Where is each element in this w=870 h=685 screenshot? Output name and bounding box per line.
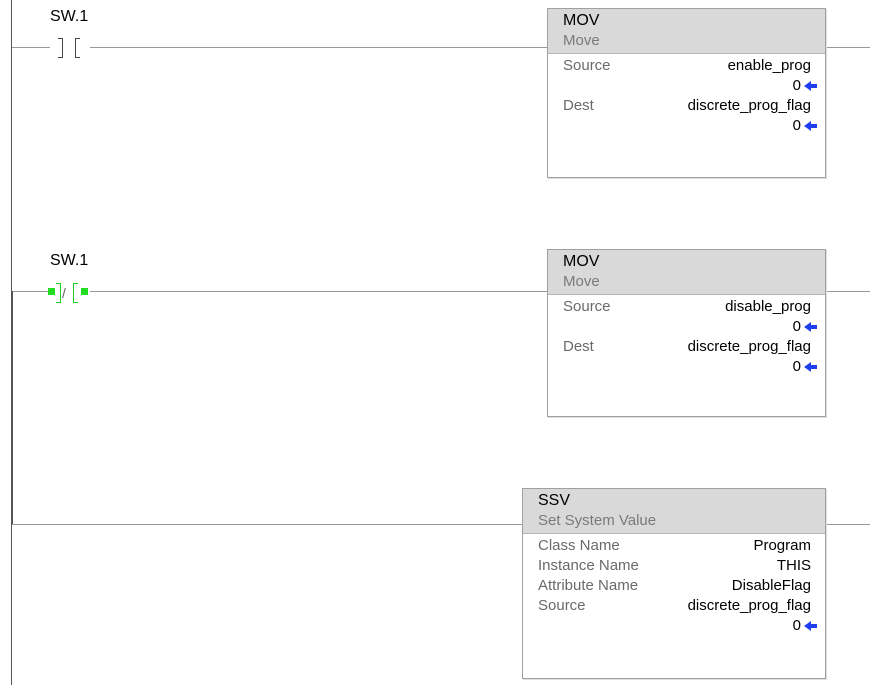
instruction-description: Move [563,32,600,49]
param-value: 0 [792,617,801,634]
param-label: Source [538,597,586,614]
rung-1-branch-left-vertical [12,291,13,524]
block-body: Class Name Program Instance Name THIS At… [523,534,825,640]
param-tag[interactable]: disable_prog [725,297,811,317]
block-header: SSV Set System Value [523,489,825,534]
param-tag[interactable]: THIS [777,556,811,576]
param-tag[interactable]: Program [753,536,811,556]
contact-right-bracket [73,283,78,303]
param-value-row: 0 [563,76,817,96]
block-header: MOV Move [548,250,825,295]
param-tag[interactable]: discrete_prog_flag [688,596,811,616]
block-header: MOV Move [548,9,825,54]
param-label: Dest [563,97,594,114]
param-row: Instance Name THIS [538,556,811,576]
rung-0-mov-block[interactable]: MOV Move Source enable_prog 0 Dest discr… [547,8,826,178]
contact-right-bracket [75,38,80,58]
contact-slash: / [62,285,66,301]
param-value-row: 0 [538,616,817,636]
value-arrow-icon [804,362,817,373]
param-row: Class Name Program [538,536,811,556]
param-row: Attribute Name DisableFlag [538,576,811,596]
rung-1-wire-right [826,291,870,292]
instruction-mnemonic: MOV [563,12,600,29]
param-label: Attribute Name [538,577,639,594]
rung-1-branch-wire-left [12,524,522,525]
rung-0-wire-left [12,47,50,48]
param-row: Source enable_prog [563,56,811,76]
instruction-mnemonic: MOV [563,253,600,270]
param-value-row: 0 [563,116,817,136]
param-tag[interactable]: discrete_prog_flag [688,337,811,357]
param-label: Class Name [538,537,620,554]
block-body: Source enable_prog 0 Dest discrete_prog_… [548,54,825,140]
instruction-mnemonic: SSV [538,492,571,509]
instruction-description: Set System Value [538,512,657,529]
param-tag[interactable]: enable_prog [728,56,811,76]
rung-1-xio-contact[interactable]: / [48,283,88,305]
rung-1-mov-block[interactable]: MOV Move Source disable_prog 0 Dest disc… [547,249,826,417]
param-value-row: 0 [563,357,817,377]
instruction-description: Move [563,273,600,290]
param-value: 0 [792,117,801,134]
rung-1-branch-wire-right [826,524,870,525]
param-row: Dest discrete_prog_flag [563,337,811,357]
param-label: Instance Name [538,557,639,574]
value-arrow-icon [804,121,817,132]
rung-0-xic-contact[interactable] [50,38,90,60]
value-arrow-icon [804,621,817,632]
contact-left-bracket [58,38,63,58]
rung-0-wire-mid [90,47,547,48]
param-row: Source discrete_prog_flag [538,596,811,616]
param-value: 0 [792,77,801,94]
param-value: 0 [792,358,801,375]
param-tag[interactable]: discrete_prog_flag [688,96,811,116]
rung-0-contact-tag[interactable]: SW.1 [50,8,88,26]
energized-indicator-right [81,288,88,295]
rung-1-ssv-block[interactable]: SSV Set System Value Class Name Program … [522,488,826,679]
block-body: Source disable_prog 0 Dest discrete_prog… [548,295,825,381]
rung-1-contact-tag[interactable]: SW.1 [50,252,88,270]
param-row: Source disable_prog [563,297,811,317]
value-arrow-icon [804,81,817,92]
energized-indicator-left [48,288,55,295]
rung-1-wire-left [12,291,50,292]
value-arrow-icon [804,322,817,333]
param-label: Dest [563,338,594,355]
param-tag[interactable]: DisableFlag [732,576,811,596]
rung-1-wire-mid [90,291,547,292]
param-value: 0 [792,318,801,335]
param-row: Dest discrete_prog_flag [563,96,811,116]
contact-left-bracket [56,283,61,303]
rung-0-wire-right [826,47,870,48]
param-label: Source [563,57,611,74]
param-label: Source [563,298,611,315]
param-value-row: 0 [563,317,817,337]
